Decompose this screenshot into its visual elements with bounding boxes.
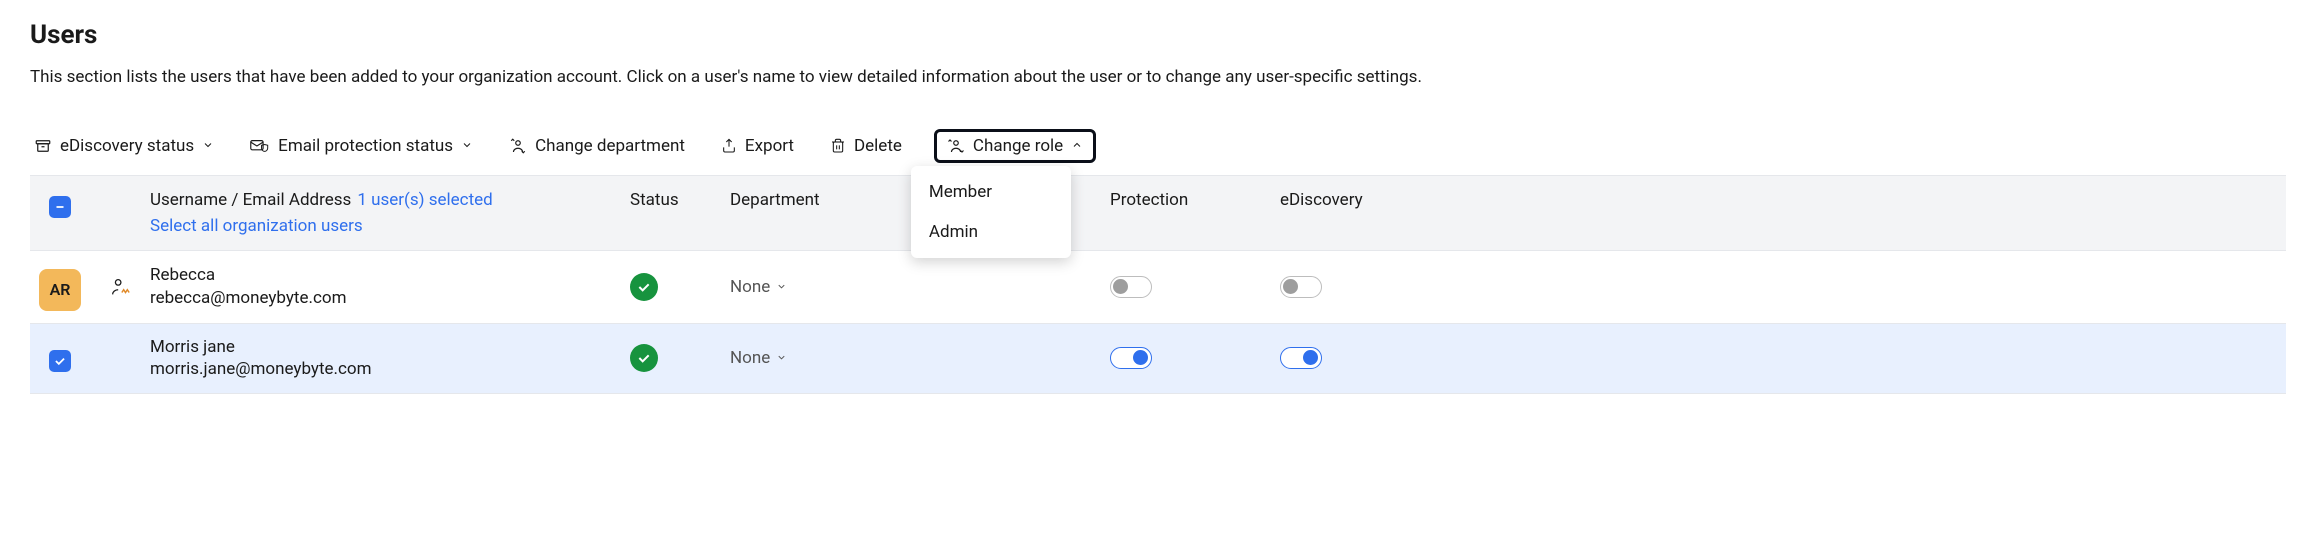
user-email: rebecca@moneybyte.com bbox=[150, 287, 610, 310]
users-table: Username / Email Address 1 user(s) selec… bbox=[30, 175, 2286, 395]
chevron-down-icon bbox=[202, 136, 214, 156]
protection-toggle[interactable] bbox=[1110, 347, 1152, 369]
column-status: Status bbox=[630, 190, 730, 210]
change-role-button[interactable]: Change role Member Admin bbox=[934, 129, 1096, 163]
archive-icon bbox=[34, 137, 52, 155]
status-active-icon bbox=[630, 273, 658, 301]
change-department-label: Change department bbox=[535, 136, 685, 156]
email-protection-status-label: Email protection status bbox=[278, 136, 453, 156]
avatar: AR bbox=[39, 269, 81, 311]
status-active-icon bbox=[630, 344, 658, 372]
export-label: Export bbox=[745, 136, 794, 156]
role-icon bbox=[947, 137, 965, 155]
selected-count: 1 user(s) selected bbox=[357, 190, 492, 210]
change-role-dropdown: Member Admin bbox=[911, 166, 1071, 258]
protection-toggle[interactable] bbox=[1110, 276, 1152, 298]
row-checkbox[interactable] bbox=[49, 350, 71, 372]
role-option-admin[interactable]: Admin bbox=[911, 212, 1071, 252]
chevron-down-icon bbox=[776, 348, 787, 368]
department-value: None bbox=[730, 348, 770, 368]
page-title: Users bbox=[30, 20, 2286, 50]
ediscovery-status-button[interactable]: eDiscovery status bbox=[30, 130, 218, 162]
column-protection: Protection bbox=[1110, 190, 1280, 210]
change-department-button[interactable]: Change department bbox=[505, 130, 689, 162]
mail-shield-icon bbox=[250, 137, 270, 155]
select-all-checkbox[interactable] bbox=[49, 196, 71, 218]
department-select[interactable]: None bbox=[730, 277, 960, 297]
department-value: None bbox=[730, 277, 770, 297]
chevron-down-icon bbox=[776, 277, 787, 297]
change-role-label: Change role bbox=[973, 136, 1063, 156]
ediscovery-status-label: eDiscovery status bbox=[60, 136, 194, 156]
user-email: morris.jane@moneybyte.com bbox=[150, 358, 610, 381]
user-name[interactable]: Rebecca bbox=[150, 264, 610, 287]
delete-label: Delete bbox=[854, 136, 902, 156]
ediscovery-toggle[interactable] bbox=[1280, 276, 1322, 298]
table-header: Username / Email Address 1 user(s) selec… bbox=[30, 175, 2286, 251]
column-username: Username / Email Address bbox=[150, 190, 351, 210]
department-select[interactable]: None bbox=[730, 348, 960, 368]
table-row: Morris jane morris.jane@moneybyte.com No… bbox=[30, 324, 2286, 395]
user-admin-icon bbox=[107, 276, 133, 298]
department-swap-icon bbox=[509, 137, 527, 155]
user-name[interactable]: Morris jane bbox=[150, 336, 610, 359]
chevron-up-icon bbox=[1071, 136, 1083, 156]
trash-icon bbox=[830, 137, 846, 155]
delete-button[interactable]: Delete bbox=[826, 130, 906, 162]
chevron-down-icon bbox=[461, 136, 473, 156]
ediscovery-toggle[interactable] bbox=[1280, 347, 1322, 369]
export-icon bbox=[721, 137, 737, 155]
column-ediscovery: eDiscovery bbox=[1280, 190, 2286, 210]
table-row: AR Rebecca rebecca@moneybyte.com None bbox=[30, 251, 2286, 324]
toolbar: eDiscovery status Email protection statu… bbox=[30, 121, 2286, 175]
role-option-member[interactable]: Member bbox=[911, 172, 1071, 212]
page-subtitle: This section lists the users that have b… bbox=[30, 65, 2286, 91]
email-protection-status-button[interactable]: Email protection status bbox=[246, 130, 477, 162]
select-all-link[interactable]: Select all organization users bbox=[150, 216, 363, 236]
export-button[interactable]: Export bbox=[717, 130, 798, 162]
